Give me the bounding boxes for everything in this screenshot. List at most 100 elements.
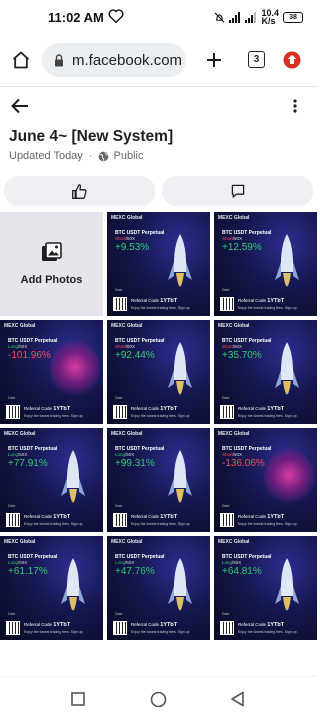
tile-enjoy: Enjoy the lowest trading fees. Sign up bbox=[131, 522, 190, 526]
photo-thumbnail[interactable]: MEXC Global BTC USDT Perpetual Short/50X… bbox=[107, 212, 210, 316]
tile-side: Long/50X bbox=[115, 560, 135, 565]
photo-thumbnail[interactable]: MEXC Global BTC USDT Perpetual Long/50X … bbox=[107, 536, 210, 640]
tile-referral: Referral Code 1YTbT bbox=[131, 622, 177, 628]
tile-date: Date bbox=[222, 612, 230, 616]
signal-icon-2 bbox=[245, 11, 257, 23]
tile-side-dir: Long bbox=[8, 344, 19, 349]
tile-pnl: +35.70% bbox=[222, 350, 262, 361]
add-photos-label: Add Photos bbox=[20, 274, 83, 286]
tile-referral: Referral Code 1YTbT bbox=[131, 406, 177, 412]
tile-brand: MEXC Global bbox=[111, 431, 143, 437]
ref-code: 1YTbT bbox=[160, 622, 178, 628]
home-icon[interactable] bbox=[11, 50, 31, 70]
photo-thumbnail[interactable]: MEXC Global BTC USDT Perpetual Long/50X … bbox=[0, 536, 103, 640]
tile-side-dir: Short bbox=[222, 344, 233, 349]
comment-icon bbox=[231, 184, 244, 198]
tile-date: Date bbox=[222, 396, 230, 400]
tile-side-dir: Long bbox=[8, 560, 19, 565]
new-tab-icon[interactable] bbox=[205, 51, 223, 69]
tab-switcher-button[interactable]: 3 bbox=[248, 51, 265, 68]
battery-icon: 38 bbox=[283, 11, 303, 23]
separator-dot: · bbox=[88, 150, 93, 162]
back-arrow-icon[interactable] bbox=[10, 96, 30, 116]
ref-code: 1YTbT bbox=[267, 406, 285, 412]
photo-thumbnail[interactable]: MEXC Global BTC USDT Perpetual Long/50X … bbox=[107, 428, 210, 532]
ref-label: Referral Code bbox=[24, 622, 53, 627]
url-text: m.facebook.com bbox=[72, 51, 183, 69]
status-bar: 11:02 AM 10.4 K/s 38 bbox=[0, 0, 317, 36]
net-speed: 10.4 K/s bbox=[261, 8, 279, 26]
photo-thumbnail[interactable]: MEXC Global BTC USDT Perpetual Long/50X … bbox=[0, 428, 103, 532]
tile-brand: MEXC Global bbox=[111, 215, 143, 221]
tile-enjoy: Enjoy the lowest trading fees. Sign up bbox=[24, 630, 83, 634]
status-icons: 10.4 K/s 38 bbox=[214, 8, 303, 26]
rocket-image bbox=[168, 450, 192, 503]
photo-thumbnail[interactable]: MEXC Global BTC USDT Perpetual Long/50X … bbox=[214, 536, 317, 640]
tile-side: Long/50X bbox=[8, 344, 28, 349]
photo-thumbnail[interactable]: MEXC Global BTC USDT Perpetual Short/50X… bbox=[214, 428, 317, 532]
tile-pnl: +47.76% bbox=[115, 566, 155, 577]
tile-date: Date bbox=[8, 504, 16, 508]
tile-pnl: +92.44% bbox=[115, 350, 155, 361]
album-title: June 4~ [New System] bbox=[9, 128, 174, 145]
ref-label: Referral Code bbox=[24, 406, 53, 411]
tile-referral: Referral Code 1YTbT bbox=[238, 514, 284, 520]
profile-icon[interactable] bbox=[283, 51, 301, 69]
tile-side: Long/50X bbox=[222, 560, 242, 565]
photo-thumbnail[interactable]: MEXC Global BTC USDT Perpetual Short/50X… bbox=[214, 320, 317, 424]
tile-date: Date bbox=[115, 612, 123, 616]
tile-date: Date bbox=[8, 396, 16, 400]
like-button[interactable] bbox=[4, 176, 155, 206]
qr-code-icon bbox=[113, 297, 127, 311]
tile-referral: Referral Code 1YTbT bbox=[238, 298, 284, 304]
tile-date: Date bbox=[115, 504, 123, 508]
recents-icon[interactable] bbox=[71, 692, 85, 706]
qr-code-icon bbox=[113, 513, 127, 527]
tile-enjoy: Enjoy the lowest trading fees. Sign up bbox=[238, 630, 297, 634]
system-nav-bar bbox=[0, 676, 317, 720]
privacy-text: Public bbox=[113, 150, 144, 162]
photo-thumbnail[interactable]: MEXC Global BTC USDT Perpetual Short/50X… bbox=[214, 212, 317, 316]
more-options-icon[interactable] bbox=[292, 98, 298, 114]
tile-side: Short/50X bbox=[222, 236, 243, 241]
ref-label: Referral Code bbox=[131, 298, 160, 303]
tile-date: Date bbox=[115, 288, 123, 292]
mute-icon bbox=[214, 12, 225, 22]
rocket-image bbox=[275, 342, 299, 395]
add-photos-button[interactable]: Add Photos bbox=[0, 212, 103, 316]
tile-date: Date bbox=[222, 504, 230, 508]
tile-side: Short/50X bbox=[222, 344, 243, 349]
qr-code-icon bbox=[220, 297, 234, 311]
rocket-image bbox=[61, 558, 85, 611]
photo-thumbnail[interactable]: MEXC Global BTC USDT Perpetual Long/50X … bbox=[0, 320, 103, 424]
tile-side: Long/50X bbox=[8, 452, 28, 457]
status-time: 11:02 AM bbox=[48, 10, 104, 25]
ref-code: 1YTbT bbox=[267, 298, 285, 304]
tile-enjoy: Enjoy the lowest trading fees. Sign up bbox=[238, 522, 297, 526]
tile-referral: Referral Code 1YTbT bbox=[24, 406, 70, 412]
tile-pnl: +9.53% bbox=[115, 242, 150, 253]
url-bar[interactable]: m.facebook.com bbox=[42, 43, 186, 77]
tile-enjoy: Enjoy the lowest trading fees. Sign up bbox=[131, 306, 190, 310]
photo-thumbnail[interactable]: MEXC Global BTC USDT Perpetual Short/50X… bbox=[107, 320, 210, 424]
comment-button[interactable] bbox=[162, 176, 313, 206]
thumbs-up-icon bbox=[72, 183, 87, 199]
tile-brand: MEXC Global bbox=[4, 539, 36, 545]
ref-label: Referral Code bbox=[131, 514, 160, 519]
tile-enjoy: Enjoy the lowest trading fees. Sign up bbox=[131, 630, 190, 634]
add-photo-icon bbox=[41, 242, 62, 261]
rocket-image bbox=[168, 234, 192, 287]
tile-side: Long/50X bbox=[8, 560, 28, 565]
rocket-image bbox=[275, 234, 299, 287]
qr-code-icon bbox=[220, 405, 234, 419]
tile-pnl: +99.31% bbox=[115, 458, 155, 469]
qr-code-icon bbox=[6, 513, 20, 527]
ref-label: Referral Code bbox=[238, 622, 267, 627]
home-circle-icon[interactable] bbox=[150, 691, 167, 708]
back-triangle-icon[interactable] bbox=[230, 691, 245, 707]
tile-side: Short/50X bbox=[115, 344, 136, 349]
tile-brand: MEXC Global bbox=[4, 323, 36, 329]
qr-code-icon bbox=[6, 405, 20, 419]
tile-brand: MEXC Global bbox=[218, 215, 250, 221]
tile-pnl: +61.17% bbox=[8, 566, 48, 577]
